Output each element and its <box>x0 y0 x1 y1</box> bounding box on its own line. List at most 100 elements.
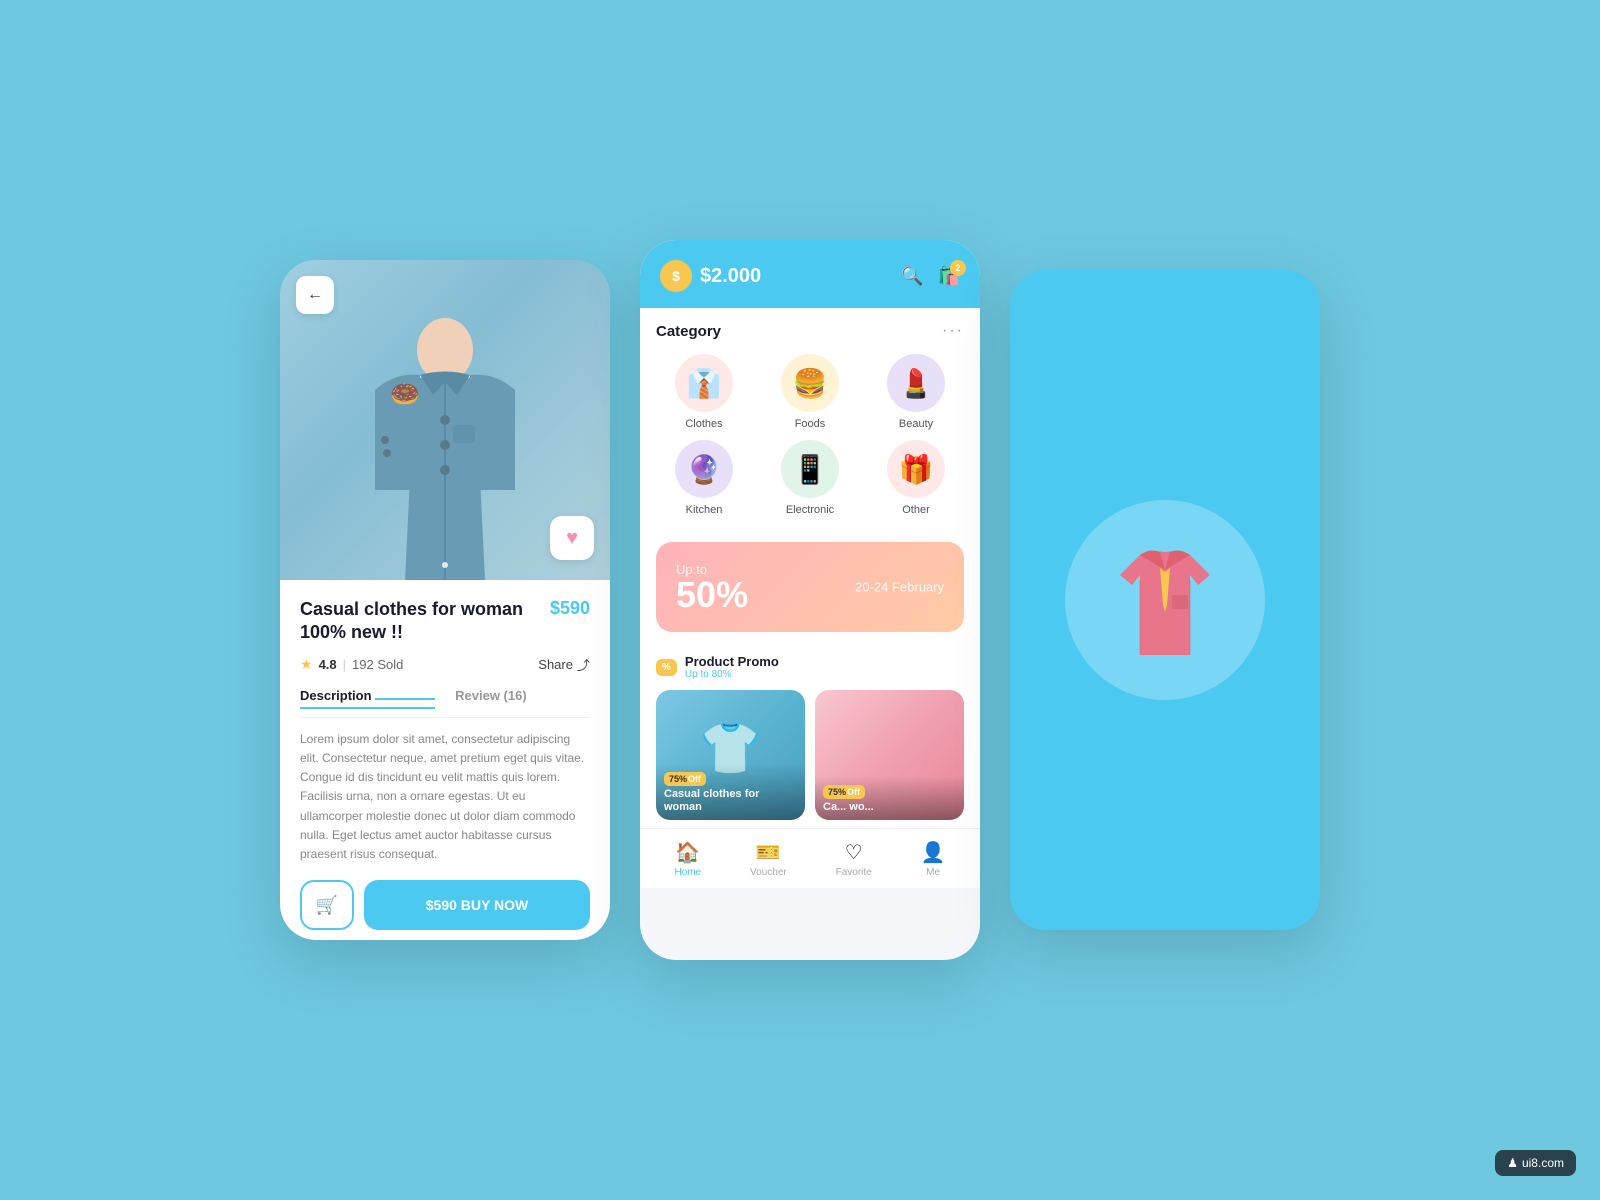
promo-banner[interactable]: Up to 50% 20-24 February <box>656 542 964 632</box>
rating-row: ★ 4.8 | 192 Sold Share ⤴ <box>300 655 590 674</box>
category-section: Category ··· 👔 Clothes 🍔 <box>640 308 980 530</box>
beauty-icon-wrap: 💄 <box>887 354 945 412</box>
balance-amount: $2.000 <box>700 265 761 288</box>
header-icons: 🔍 🛍️ 2 <box>901 266 960 287</box>
electronic-label: Electronic <box>786 504 834 516</box>
category-item-clothes[interactable]: 👔 Clothes <box>656 354 752 430</box>
beauty-icon: 💄 <box>899 367 934 400</box>
back-button[interactable]: ← <box>296 276 334 314</box>
category-item-beauty[interactable]: 💄 Beauty <box>868 354 964 430</box>
home-screen: $ $2.000 🔍 🛍️ 2 Category ··· <box>640 240 980 960</box>
watermark-text: ui8.com <box>1522 1156 1564 1170</box>
category-item-electronic[interactable]: 📱 Electronic <box>762 440 858 516</box>
product-card-1[interactable]: 75% Off Casual clothes for woman <box>656 690 805 820</box>
favorite-nav-label: Favorite <box>836 867 872 878</box>
donut-decoration: 🍩 <box>390 380 420 409</box>
foods-label: Foods <box>795 418 826 430</box>
category-item-kitchen[interactable]: 🔮 Kitchen <box>656 440 752 516</box>
electronic-icon: 📱 <box>793 453 828 486</box>
product-card-2[interactable]: 75% Off Ca... wo... <box>815 690 964 820</box>
voucher-nav-icon: 🎫 <box>756 840 781 865</box>
clothes-label: Clothes <box>685 418 722 430</box>
shirt-svg <box>1110 540 1220 660</box>
image-indicator-dot <box>442 562 448 568</box>
off-text-2: Off <box>847 787 860 797</box>
nav-voucher[interactable]: 🎫 Voucher <box>750 840 787 878</box>
kitchen-icon: 🔮 <box>687 453 722 486</box>
search-button[interactable]: 🔍 <box>901 266 923 287</box>
tab-description[interactable]: Description <box>300 688 435 709</box>
category-item-other[interactable]: 🎁 Other <box>868 440 964 516</box>
profile-nav-icon: 👤 <box>921 840 946 865</box>
foods-icon: 🍔 <box>793 367 828 400</box>
nav-profile[interactable]: 👤 Me <box>921 840 946 878</box>
star-icon: ★ <box>300 656 313 673</box>
buy-now-button[interactable]: $590 BUY NOW <box>364 880 590 930</box>
electronic-icon-wrap: 📱 <box>781 440 839 498</box>
promo-header: % Product Promo Up to 80% <box>656 654 964 680</box>
share-label: Share <box>538 657 573 672</box>
beauty-label: Beauty <box>899 418 933 430</box>
foods-icon-wrap: 🍔 <box>781 354 839 412</box>
heart-icon: ♥ <box>566 527 578 550</box>
other-icon: 🎁 <box>899 453 934 486</box>
watermark-logo: ♟ <box>1507 1156 1518 1170</box>
nav-home[interactable]: 🏠 Home <box>674 840 701 878</box>
clothes-circle <box>1065 500 1265 700</box>
home-content: Category ··· 👔 Clothes 🍔 <box>640 308 980 828</box>
percent-badge: % <box>656 659 677 676</box>
cart-icon: 🛒 <box>316 895 338 916</box>
description-text: Lorem ipsum dolor sit amet, consectetur … <box>300 730 590 864</box>
card1-discount: 75% Off <box>664 769 797 788</box>
dollar-coin-icon: $ <box>660 260 692 292</box>
product-cards-row: 75% Off Casual clothes for woman <box>656 690 964 820</box>
other-label: Other <box>902 504 930 516</box>
product-promo-section: % Product Promo Up to 80% 75% <box>640 644 980 828</box>
cart-badge: 2 <box>950 260 966 276</box>
home-nav-icon: 🏠 <box>675 840 700 865</box>
category-item-foods[interactable]: 🍔 Foods <box>762 354 858 430</box>
card1-label: 75% Off Casual clothes for woman <box>656 763 805 820</box>
clothes-icon-wrap: 👔 <box>675 354 733 412</box>
category-header: Category ··· <box>656 322 964 340</box>
promo-title: Product Promo <box>685 654 779 669</box>
card2-discount: 75% Off <box>823 782 956 801</box>
more-options-button[interactable]: ··· <box>942 322 964 340</box>
kitchen-icon-wrap: 🔮 <box>675 440 733 498</box>
product-title: Casual clothes for woman 100% new !! <box>300 598 540 645</box>
jacket-illustration <box>345 290 545 580</box>
nav-favorite[interactable]: ♡ Favorite <box>836 840 872 878</box>
tab-underline <box>375 698 435 700</box>
product-price: $590 <box>550 598 590 619</box>
action-buttons: 🛒 $590 BUY NOW <box>300 880 590 934</box>
tab-review[interactable]: Review (16) <box>455 688 527 709</box>
add-to-cart-button[interactable]: 🛒 <box>300 880 354 930</box>
home-nav-label: Home <box>674 867 701 878</box>
balance-area: $ $2.000 <box>660 260 761 292</box>
buy-label: $590 BUY NOW <box>426 897 528 913</box>
bottom-navbar: 🏠 Home 🎫 Voucher ♡ Favorite 👤 Me <box>640 828 980 888</box>
search-icon: 🔍 <box>901 266 923 286</box>
kitchen-label: Kitchen <box>686 504 723 516</box>
favorite-button[interactable]: ♥ <box>550 516 594 560</box>
card1-title: Casual clothes for woman <box>664 788 797 814</box>
share-icon: ⤴ <box>577 655 590 674</box>
card2-discount-badge: 75% Off <box>823 785 865 799</box>
other-icon-wrap: 🎁 <box>887 440 945 498</box>
profile-nav-label: Me <box>926 867 940 878</box>
share-button[interactable]: Share ⤴ <box>538 655 590 674</box>
off-text-1: Off <box>688 774 701 784</box>
splash-screen <box>1010 270 1320 930</box>
rating-number: 4.8 <box>319 657 337 672</box>
home-header: $ $2.000 🔍 🛍️ 2 <box>640 240 980 308</box>
card2-title: Ca... wo... <box>823 801 956 814</box>
sold-count: 192 Sold <box>352 657 403 672</box>
rating-left: ★ 4.8 | 192 Sold <box>300 656 403 673</box>
card1-discount-badge: 75% Off <box>664 772 706 786</box>
category-title: Category <box>656 323 721 340</box>
back-arrow-icon: ← <box>307 286 323 304</box>
dollar-sign: $ <box>672 268 680 284</box>
promo-subtitle: Up to 80% <box>685 669 779 680</box>
clothes-icon: 👔 <box>687 367 722 400</box>
cart-button[interactable]: 🛍️ 2 <box>938 266 960 287</box>
